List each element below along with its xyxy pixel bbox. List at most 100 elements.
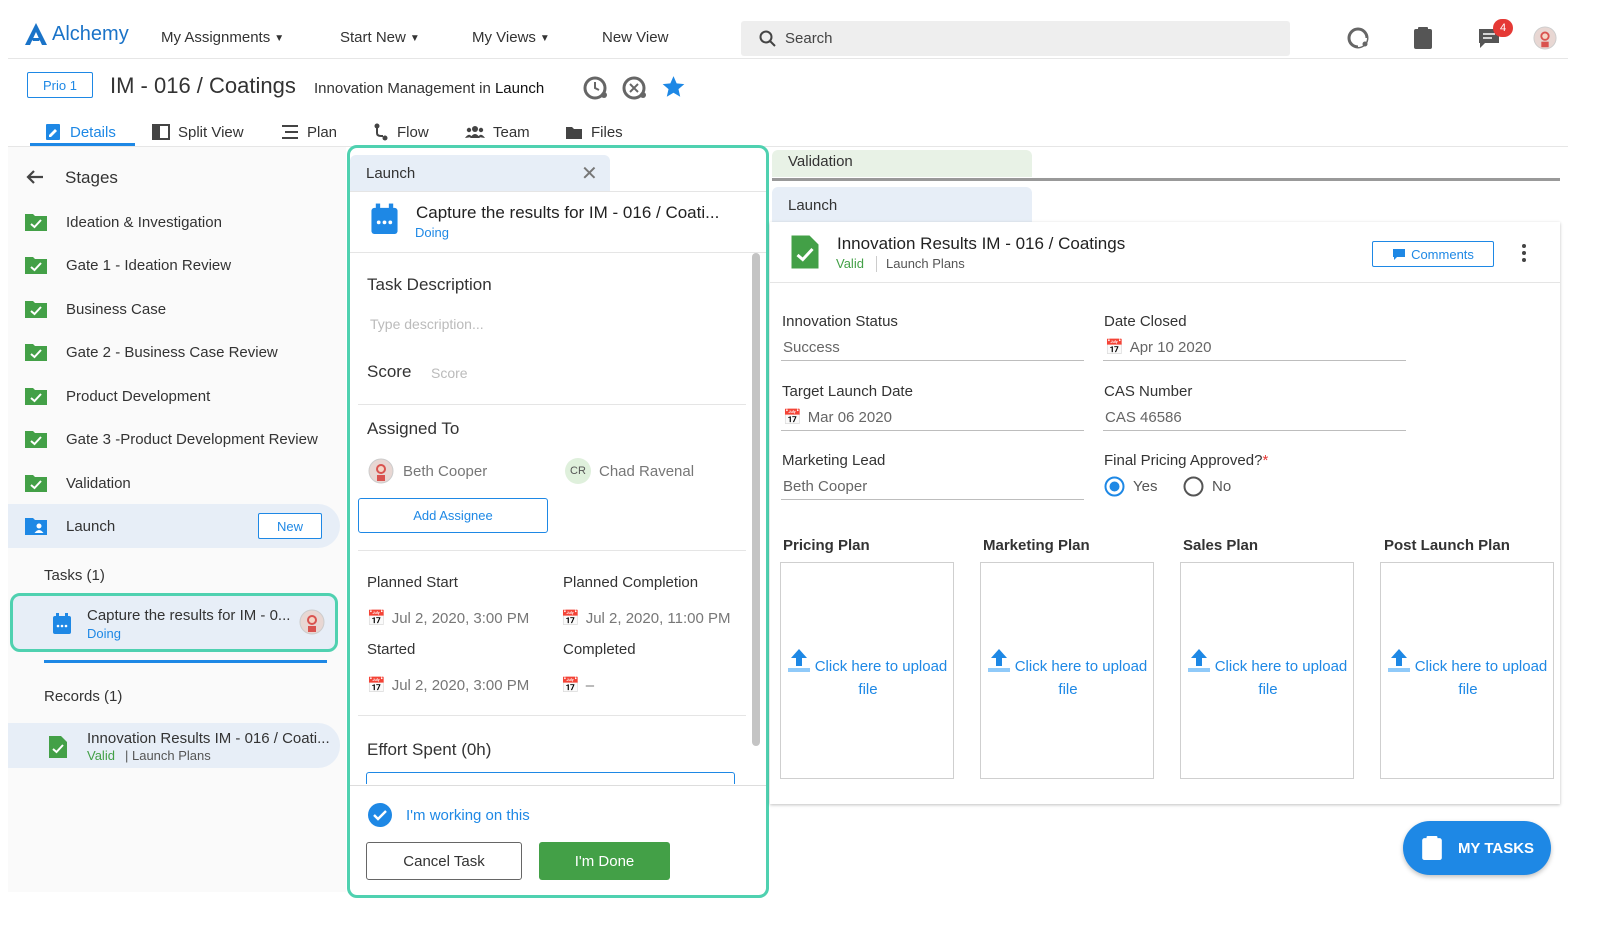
divider xyxy=(876,256,877,272)
nav-start-new[interactable]: Start New ▼ xyxy=(340,29,420,46)
tab-team[interactable]: Team xyxy=(465,118,530,146)
marketing-lead-field[interactable]: Beth Cooper xyxy=(783,478,867,495)
calendar-icon: 📅 xyxy=(1105,339,1124,356)
tab-flow-label: Flow xyxy=(397,123,429,141)
clipboard-icon[interactable] xyxy=(1411,26,1435,50)
files-icon xyxy=(566,126,582,139)
score-label: Score xyxy=(367,362,412,381)
nav-my-views[interactable]: My Views ▼ xyxy=(472,29,550,46)
tab-files[interactable]: Files xyxy=(565,118,623,146)
stage-item-gate3[interactable]: Gate 3 -Product Development Review xyxy=(24,424,318,454)
tab-split-view-label: Split View xyxy=(178,123,244,141)
comments-label: Comments xyxy=(1411,246,1474,262)
priority-badge[interactable]: Prio 1 xyxy=(27,72,93,98)
assignee-avatar xyxy=(368,458,394,484)
log-effort-button[interactable] xyxy=(366,772,735,784)
record-item-type: | Launch Plans xyxy=(125,748,211,763)
tab-details[interactable]: Details xyxy=(44,118,116,146)
task-status: Doing xyxy=(415,225,449,240)
marketing-plan-upload[interactable]: Click here to upload file xyxy=(980,562,1154,779)
stage-label: Gate 3 -Product Development Review xyxy=(66,430,318,448)
calendar-icon: 📅 xyxy=(561,610,580,627)
app-logo[interactable]: Alchemy xyxy=(24,22,129,46)
user-avatar[interactable] xyxy=(1533,26,1557,50)
new-button[interactable]: New xyxy=(258,513,322,539)
divider xyxy=(350,785,766,786)
validation-tab[interactable]: Validation xyxy=(772,150,1032,177)
panel-scrollbar[interactable] xyxy=(752,253,760,746)
field-underline xyxy=(781,430,1084,431)
divider xyxy=(358,404,746,405)
marketing-lead-value: Beth Cooper xyxy=(783,478,868,495)
pricing-plan-upload[interactable]: Click here to upload file xyxy=(780,562,954,779)
favorite-star-icon[interactable] xyxy=(660,74,687,100)
im-done-button[interactable]: I'm Done xyxy=(539,842,670,880)
cancel-process-icon[interactable] xyxy=(622,75,648,101)
add-assignee-button[interactable]: Add Assignee xyxy=(358,498,548,533)
back-arrow-icon[interactable] xyxy=(25,167,45,187)
started-field[interactable]: 📅 Jul 2, 2020, 3:00 PM xyxy=(367,676,529,695)
planned-start-field[interactable]: 📅 Jul 2, 2020, 3:00 PM xyxy=(367,609,530,628)
field-underline xyxy=(1103,360,1406,361)
tab-flow[interactable]: Flow xyxy=(373,118,429,146)
stage-item-gate1[interactable]: Gate 1 - Ideation Review xyxy=(24,250,231,280)
tab-files-label: Files xyxy=(591,123,623,141)
task-calendar-icon xyxy=(371,203,398,234)
record-list-item[interactable]: Innovation Results IM - 016 / Coati... V… xyxy=(8,723,340,768)
stage-item-ideation[interactable]: Ideation & Investigation xyxy=(24,207,222,237)
radio-unselected-icon xyxy=(1183,476,1204,497)
sales-plan-label: Sales Plan xyxy=(1183,537,1259,554)
stage-item-gate2[interactable]: Gate 2 - Business Case Review xyxy=(24,337,278,367)
date-closed-field[interactable]: 📅 Apr 10 2020 xyxy=(1105,338,1211,357)
records-heading: Records (1) xyxy=(44,688,123,705)
tab-split-view[interactable]: Split View xyxy=(152,118,244,146)
stage-item-launch[interactable]: Launch xyxy=(24,511,115,541)
stage-item-business-case[interactable]: Business Case xyxy=(24,294,166,324)
chevron-down-icon: ▼ xyxy=(409,33,420,44)
close-icon[interactable]: ✕ xyxy=(581,161,598,186)
folder-check-icon xyxy=(25,257,47,274)
split-view-icon xyxy=(152,124,170,140)
search-input[interactable]: Search xyxy=(741,21,1290,56)
tab-plan[interactable]: Plan xyxy=(281,118,337,146)
working-on-this-label[interactable]: I'm working on this xyxy=(406,807,530,824)
folder-check-icon xyxy=(25,214,47,231)
planned-completion-field[interactable]: 📅 Jul 2, 2020, 11:00 PM xyxy=(561,609,731,628)
header-divider xyxy=(8,58,1568,59)
radio-yes[interactable]: Yes xyxy=(1104,476,1157,497)
checkbox-checked-icon[interactable] xyxy=(367,802,393,828)
page-title: IM - 016 / Coatings xyxy=(110,73,296,98)
task-list-item[interactable]: Capture the results for IM - 0... Doing xyxy=(10,593,338,652)
task-description-input[interactable]: Type description... xyxy=(370,316,484,332)
radio-no[interactable]: No xyxy=(1183,476,1231,497)
post-launch-plan-upload[interactable]: Click here to upload file xyxy=(1380,562,1554,779)
planned-start-value: Jul 2, 2020, 3:00 PM xyxy=(391,609,530,627)
launch-tab[interactable]: Launch ✕ xyxy=(350,155,610,191)
my-tasks-label: MY TASKS xyxy=(1457,839,1535,857)
cancel-task-button[interactable]: Cancel Task xyxy=(366,842,522,880)
assigned-to-label: Assigned To xyxy=(367,419,460,438)
comments-button[interactable]: Comments xyxy=(1372,241,1494,267)
completed-field[interactable]: 📅 – xyxy=(561,676,594,695)
innovation-status-field[interactable]: Success xyxy=(783,339,840,356)
sales-plan-upload[interactable]: Click here to upload file xyxy=(1180,562,1354,779)
cas-number-field[interactable]: CAS 46586 xyxy=(1105,409,1182,426)
nav-new-view[interactable]: New View xyxy=(602,29,668,46)
stage-item-validation[interactable]: Validation xyxy=(24,468,131,498)
target-launch-label: Target Launch Date xyxy=(782,383,913,400)
launch-record-tab[interactable]: Launch xyxy=(772,187,1032,223)
stage-item-product-development[interactable]: Product Development xyxy=(24,381,210,411)
task-description-label: Task Description xyxy=(367,275,492,294)
more-vertical-icon[interactable] xyxy=(1520,243,1528,263)
target-launch-field[interactable]: 📅 Mar 06 2020 xyxy=(783,408,892,427)
completed-label: Completed xyxy=(563,641,636,658)
nav-my-assignments[interactable]: My Assignments ▼ xyxy=(161,29,284,46)
score-input[interactable]: Score xyxy=(431,365,468,381)
my-tasks-button[interactable]: MY TASKS xyxy=(1403,821,1551,875)
folder-check-icon xyxy=(25,431,47,448)
page-subtitle: Innovation Management in Launch xyxy=(314,80,544,97)
record-title: Innovation Results IM - 016 / Coatings xyxy=(837,234,1126,253)
activity-icon[interactable] xyxy=(1346,26,1370,50)
chevron-down-icon: ▼ xyxy=(274,33,285,44)
history-icon[interactable] xyxy=(583,75,609,101)
